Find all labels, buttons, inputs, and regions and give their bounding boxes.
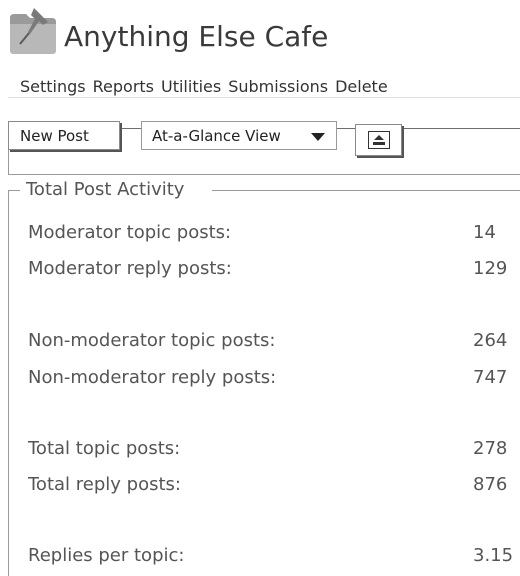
stat-value: 876 [473,474,508,495]
toolbar-frame-line [8,150,9,174]
stat-label: Moderator reply posts: [28,258,232,279]
stat-value: 129 [473,258,508,279]
folder-with-pin-icon [10,8,56,54]
view-select-value: At-a-Glance View [152,126,281,145]
group-title: Total Post Activity [26,179,185,200]
menu-utilities[interactable]: Utilities [161,77,221,99]
new-post-button[interactable]: New Post [8,121,120,150]
menu-submissions[interactable]: Submissions [228,77,328,99]
menu-settings[interactable]: Settings [20,77,86,99]
stat-label: Non-moderator topic posts: [28,330,276,351]
stat-value: 747 [473,367,508,388]
panel-collapse-icon [367,131,390,149]
stat-label: Moderator topic posts: [28,222,232,243]
stat-label: Total topic posts: [28,438,181,459]
stat-label: Total reply posts: [28,474,181,495]
app-title: Anything Else Cafe [64,20,329,53]
new-post-label: New Post [20,126,89,145]
group-border-top [8,190,20,191]
toolbar-frame-line [402,128,520,129]
stat-label: Replies per topic: [28,545,185,566]
stat-value: 3.15 [473,545,514,566]
triangle-down-icon [311,133,325,141]
toolbar-frame-line [120,128,141,129]
toolbar-frame-line [337,128,355,129]
stat-label: Non-moderator reply posts: [28,367,277,388]
group-border-top [212,190,520,191]
toolbar-frame-line [8,174,520,175]
stat-value: 14 [473,222,496,243]
collapse-panel-button[interactable] [355,124,402,156]
stat-value: 264 [473,330,508,351]
menu-delete[interactable]: Delete [335,77,388,99]
view-select[interactable]: At-a-Glance View [141,121,337,150]
stat-value: 278 [473,438,508,459]
menu-bar: Settings Reports Utilities Submissions D… [20,77,388,99]
menu-divider [8,97,520,98]
group-border-left [8,190,9,576]
menu-reports[interactable]: Reports [93,77,154,99]
